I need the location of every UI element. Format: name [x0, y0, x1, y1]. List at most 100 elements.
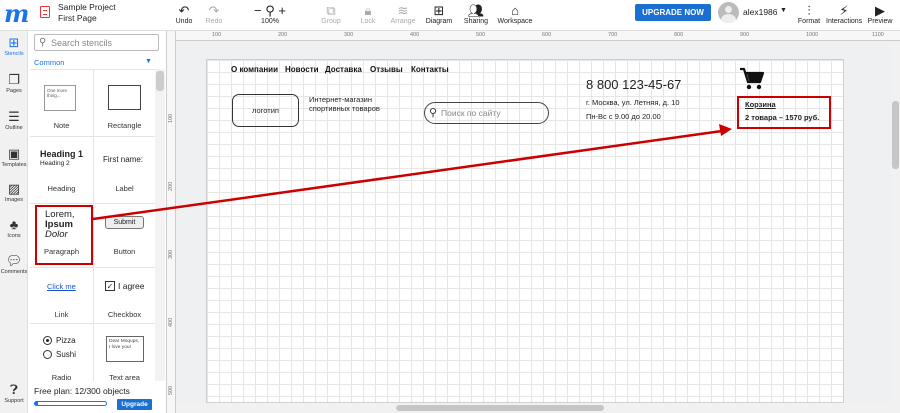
plan-upgrade-button[interactable]: Upgrade [117, 399, 152, 410]
sidebar-item-images[interactable]: ▨ Images [0, 182, 28, 204]
stencil-textarea[interactable]: Dear Moqups, I love you! Text area [94, 326, 155, 382]
undo-button[interactable]: ↶ Undo [173, 3, 195, 25]
interactions-button[interactable]: ⚡︎ Interactions [826, 3, 862, 25]
label-preview: First name: [103, 155, 144, 164]
address[interactable]: г. Москва, ул. Летняя, д. 10 [586, 98, 680, 107]
sidebar-item-templates[interactable]: ▣ Templates [0, 146, 28, 169]
sidebar-item-comments[interactable]: 💬︎ Comments [0, 254, 28, 276]
ruler-tick-label: 400 [168, 317, 174, 327]
ruler-top: 100200300400500600700800900100011001200 [176, 31, 900, 41]
checkbox-preview: I agree [118, 281, 145, 291]
sidebar-item-icons[interactable]: ♣ Icons [0, 218, 28, 240]
scrollbar-thumb[interactable] [396, 405, 604, 411]
lightning-icon: ⚡︎ [839, 3, 849, 18]
avatar[interactable] [718, 2, 739, 23]
stencil-label-item[interactable]: First name: Label [94, 139, 155, 201]
ruler-tick-label: 600 [542, 32, 552, 38]
scrollbar-thumb[interactable] [156, 71, 164, 91]
scrollbar-thumb[interactable] [892, 101, 899, 169]
lock-button[interactable]: 🔒︎ Lock [357, 3, 379, 25]
ruler-tick-label: 200 [278, 32, 288, 38]
upgrade-now-button[interactable]: UPGRADE NOW [635, 4, 711, 21]
stencil-search[interactable]: ⚲ [34, 34, 159, 51]
stencil-heading[interactable]: Heading 1 Heading 2 Heading [31, 139, 92, 201]
arrange-button[interactable]: ≋ Arrange [389, 3, 417, 25]
ruler-tick-label: 200 [168, 181, 174, 191]
sidebar-item-label: Icons [7, 233, 21, 239]
phone-number[interactable]: 8 800 123-45-67 [586, 77, 681, 92]
preview-label: Preview [867, 18, 893, 25]
chevron-down-icon[interactable]: ▼ [145, 58, 152, 65]
left-sidebar: ⊞ Stencils ❐ Pages ☰ Outline ▣ Templates… [0, 31, 28, 413]
nav-link-contacts[interactable]: Контакты [411, 65, 449, 74]
layers-icon: ≋ [397, 3, 409, 18]
page-canvas[interactable]: О компании Новости Доставка Отзывы Конта… [206, 59, 844, 403]
zoom-control[interactable]: − ⚲ + 100% [251, 3, 289, 25]
moqups-logo[interactable]: m [4, 2, 29, 26]
sidebar-item-label: Images [4, 197, 24, 203]
help-icon: ❓︎ [10, 382, 18, 397]
stencil-link[interactable]: Click me Link [31, 270, 92, 322]
sidebar-item-pages[interactable]: ❐ Pages [0, 73, 28, 95]
ruler-tick-label: 1100 [872, 32, 884, 38]
sidebar-item-support[interactable]: ❓︎ Support [0, 382, 28, 405]
username[interactable]: alex1986 [743, 7, 778, 17]
redo-button[interactable]: ↷ Redo [203, 3, 225, 25]
group-icon: ⧉ [326, 3, 336, 18]
stencil-checkbox[interactable]: ✓ I agree Checkbox [94, 270, 155, 322]
diagram-button[interactable]: ⊞ Diagram [425, 3, 453, 25]
nav-link-about[interactable]: О компании [231, 65, 278, 74]
nav-link-news[interactable]: Новости [285, 65, 319, 74]
site-logo-placeholder[interactable]: логотип [232, 94, 299, 127]
sidebar-item-label: Pages [6, 88, 22, 94]
workspace-icon: ⌂ [511, 3, 519, 18]
working-hours[interactable]: Пн-Вс с 9.00 до 20.00 [586, 112, 661, 121]
plan-usage-bar [34, 401, 107, 406]
format-button[interactable]: ⫶ Format [797, 3, 821, 25]
horizontal-scrollbar[interactable] [176, 403, 891, 413]
project-name[interactable]: Sample Project [58, 2, 116, 12]
workspace-button[interactable]: ⌂ Workspace [496, 3, 534, 25]
cart-title[interactable]: Корзина [745, 100, 776, 109]
stencil-scrollbar[interactable] [155, 69, 165, 381]
sidebar-item-label: Support [4, 398, 24, 404]
cart-summary-highlight[interactable]: Корзина 2 товара – 1570 руб. [737, 96, 831, 129]
lock-label: Lock [360, 18, 376, 25]
canvas-area[interactable]: 100200300400500600700800900100011001200 … [167, 31, 900, 413]
site-search[interactable]: ⚲ [424, 102, 549, 124]
group-button[interactable]: ⧉ Group [318, 3, 344, 25]
ruler-tick-label: 100 [212, 32, 222, 38]
site-search-input[interactable] [441, 107, 541, 119]
stencil-label: Label [115, 184, 134, 193]
outline-icon: ☰ [8, 109, 20, 124]
stencil-label: Checkbox [107, 310, 142, 319]
sidebar-item-stencils[interactable]: ⊞ Stencils [0, 35, 28, 58]
sidebar-item-outline[interactable]: ☰ Outline [0, 109, 28, 132]
project-document-icon [40, 6, 50, 18]
checkbox-check-icon: ✓ [105, 281, 115, 291]
paragraph-stencil-highlight [35, 205, 93, 265]
nav-link-reviews[interactable]: Отзывы [370, 65, 403, 74]
search-icon: ⚲ [39, 37, 47, 48]
textarea-preview: Dear Moqups, I love you! [106, 336, 144, 362]
stencils-icon: ⊞ [8, 35, 20, 50]
shopping-cart-icon[interactable] [739, 66, 765, 92]
sharing-button[interactable]: 👥︎ Sharing [461, 3, 491, 25]
sharing-label: Sharing [463, 18, 489, 25]
nav-link-delivery[interactable]: Доставка [325, 65, 362, 74]
templates-icon: ▣ [7, 146, 21, 161]
chevron-down-icon[interactable]: ▼ [780, 7, 787, 14]
stencil-button[interactable]: Submit Button [94, 206, 155, 266]
page-name[interactable]: First Page [58, 13, 97, 23]
sharing-icon: 👥︎ [467, 3, 485, 18]
stencil-radio[interactable]: Pizza Sushi Radio [31, 326, 92, 382]
stencil-search-input[interactable] [51, 36, 156, 49]
stencil-category[interactable]: Common [34, 58, 64, 67]
vertical-scrollbar[interactable] [891, 43, 900, 413]
preview-button[interactable]: ▶ Preview [866, 3, 894, 25]
plan-usage-text: Free plan: 12/300 objects [34, 386, 130, 396]
stencil-rectangle[interactable]: Rectangle [94, 73, 155, 133]
stencil-note[interactable]: One more thing... Note [31, 73, 92, 133]
undo-label: Undo [175, 18, 193, 25]
plan-usage-fill [35, 402, 38, 405]
